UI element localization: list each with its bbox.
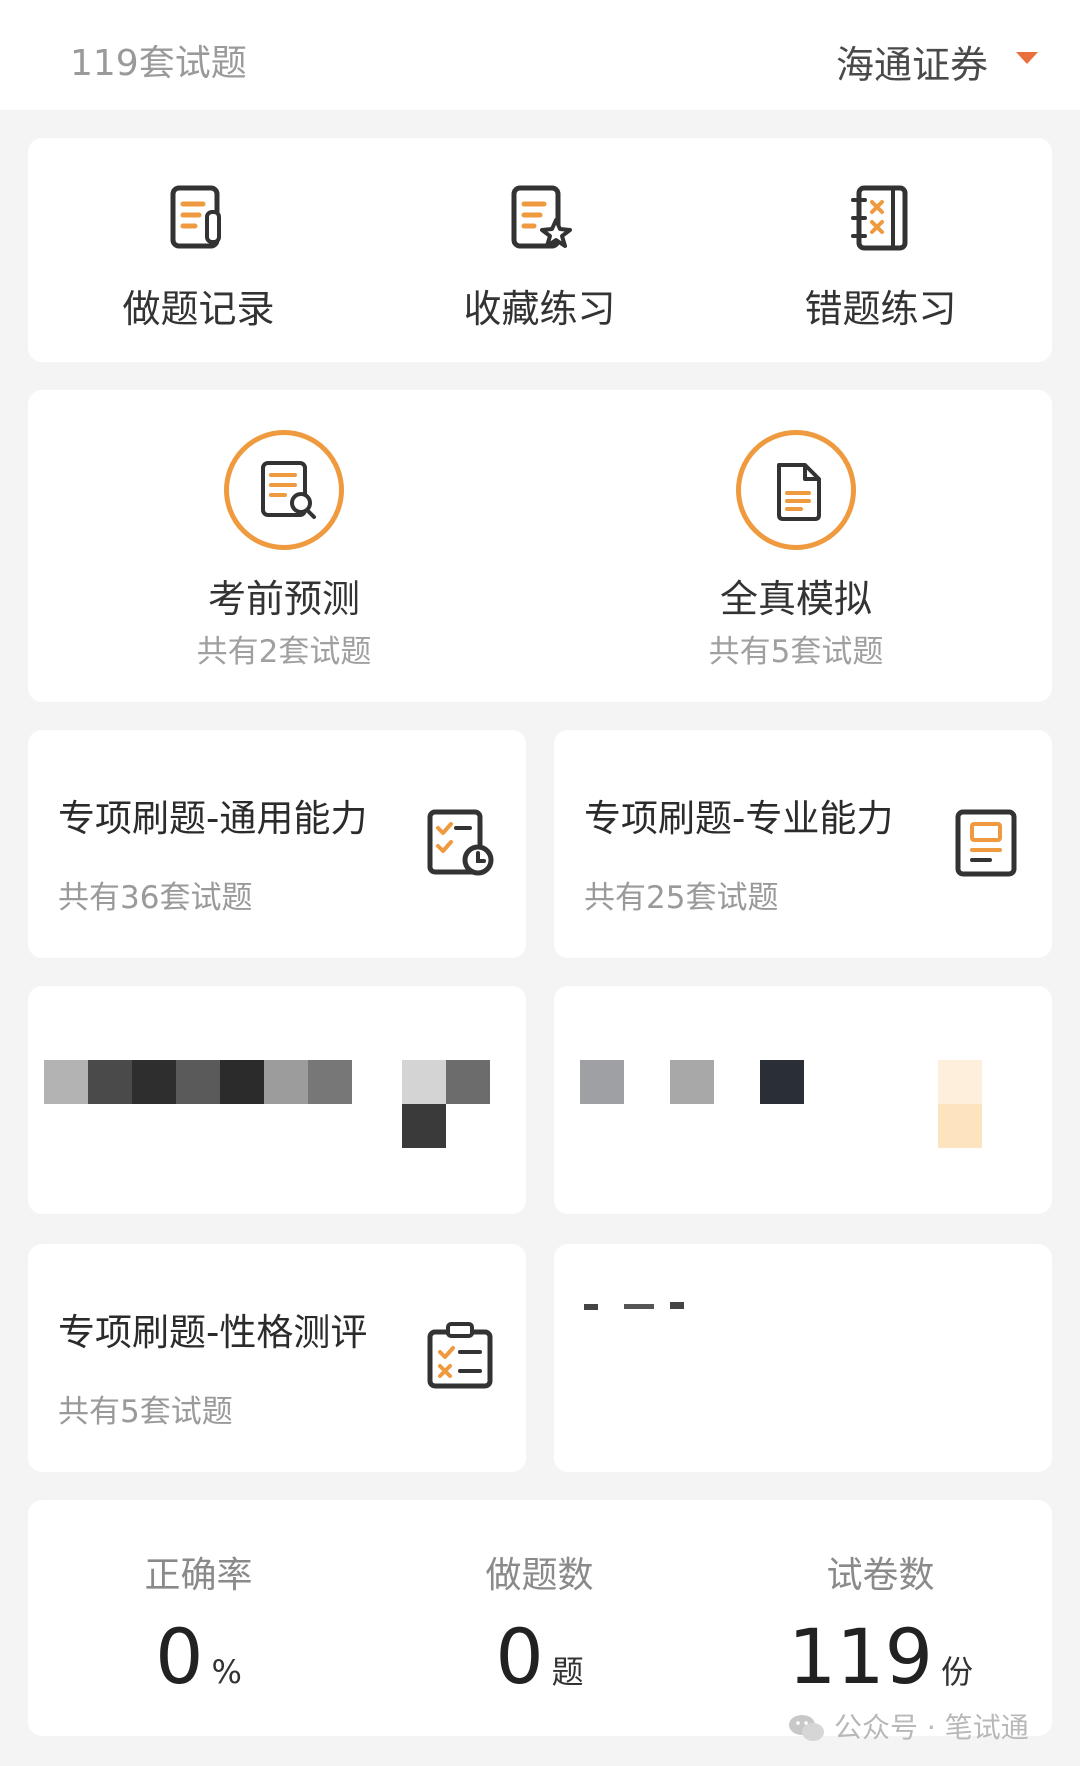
stats-card: 正确率 0% 做题数 0题 试卷数 119 份 xyxy=(28,1500,1052,1736)
stat-value: 0题 xyxy=(495,1612,584,1701)
mosaic-block xyxy=(176,1060,220,1104)
clipboard-check-icon xyxy=(427,1322,493,1389)
tile-subtitle: 共有36套试题 xyxy=(58,880,253,916)
mosaic-block xyxy=(670,1060,714,1104)
document-search-icon xyxy=(261,461,316,519)
mosaic-block xyxy=(220,1060,264,1104)
record-label: 做题记录 xyxy=(122,287,275,331)
mosaic-block xyxy=(624,1304,654,1309)
mistakes-button[interactable]: 错题练习 xyxy=(710,138,1051,362)
predict-subtitle: 共有2套试题 xyxy=(196,634,372,670)
stat-label: 做题数 xyxy=(485,1555,594,1596)
stat-value: 0% xyxy=(155,1612,242,1701)
stat-value: 119 份 xyxy=(787,1612,974,1701)
watermark-text: 公众号 · 笔试通 xyxy=(834,1711,1029,1744)
mosaic-block xyxy=(402,1060,446,1104)
checklist-clock-icon xyxy=(427,809,494,876)
stat-questions-done: 做题数 0题 xyxy=(369,1500,710,1736)
chevron-down-icon[interactable] xyxy=(1016,52,1038,64)
tile-title: 专项刷题-专业能力 xyxy=(584,797,894,840)
practice-personality-test-tile[interactable]: 专项刷题-性格测评 共有5套试题 xyxy=(28,1244,526,1472)
simulation-icon-circle xyxy=(736,430,856,550)
document-book-icon xyxy=(955,809,1017,877)
mosaic-block xyxy=(938,1060,982,1104)
mosaic-block xyxy=(308,1060,352,1104)
document-star-icon xyxy=(511,185,572,249)
stat-papers: 试卷数 119 份 xyxy=(710,1500,1051,1736)
tile-title: 专项刷题-性格测评 xyxy=(58,1311,368,1354)
favorites-button[interactable]: 收藏练习 xyxy=(369,138,710,362)
mistakes-label: 错题练习 xyxy=(804,287,957,331)
notebook-x-icon xyxy=(850,185,907,251)
watermark: 公众号 · 笔试通 xyxy=(788,1706,1029,1746)
obscured-tile-right[interactable] xyxy=(554,986,1052,1214)
obscured-tile-left[interactable] xyxy=(28,986,526,1214)
simulation-subtitle: 共有5套试题 xyxy=(708,634,884,670)
mosaic-block xyxy=(584,1304,598,1310)
wechat-icon xyxy=(789,1715,824,1741)
set-count-label: 119套试题 xyxy=(70,43,247,84)
quick-actions-card: 做题记录 收藏练习 错题练习 xyxy=(28,138,1052,362)
mosaic-block xyxy=(44,1060,88,1104)
mosaic-block xyxy=(938,1104,982,1148)
stat-label: 正确率 xyxy=(144,1555,253,1596)
mosaic-block xyxy=(670,1302,684,1309)
top-bar: 119套试题 海通证券 xyxy=(0,0,1080,110)
practice-professional-ability-tile[interactable]: 专项刷题-专业能力 共有25套试题 xyxy=(554,730,1052,958)
predict-icon-circle xyxy=(224,430,344,550)
obscured-tile-bottom-right[interactable] xyxy=(554,1244,1052,1472)
record-button[interactable]: 做题记录 xyxy=(28,138,369,362)
document-icon xyxy=(777,463,821,521)
mosaic-block xyxy=(88,1060,132,1104)
pre-exam-predict-button[interactable]: 考前预测 共有2套试题 xyxy=(28,390,540,702)
mosaic-block xyxy=(580,1060,624,1104)
document-pencil-icon xyxy=(170,185,221,249)
full-simulation-button[interactable]: 全真模拟 共有5套试题 xyxy=(540,390,1052,702)
mosaic-block xyxy=(132,1060,176,1104)
mosaic-block xyxy=(264,1060,308,1104)
tile-subtitle: 共有25套试题 xyxy=(584,880,779,916)
simulation-title: 全真模拟 xyxy=(719,577,872,621)
mosaic-block xyxy=(760,1060,804,1104)
stat-label: 试卷数 xyxy=(826,1555,935,1596)
tile-subtitle: 共有5套试题 xyxy=(58,1394,233,1430)
company-selector[interactable]: 海通证券 xyxy=(836,34,988,89)
practice-general-ability-tile[interactable]: 专项刷题-通用能力 共有36套试题 xyxy=(28,730,526,958)
mosaic-block xyxy=(402,1104,446,1148)
favorites-label: 收藏练习 xyxy=(463,287,616,331)
mosaic-block xyxy=(446,1060,490,1104)
predict-title: 考前预测 xyxy=(207,577,360,621)
stat-accuracy: 正确率 0% xyxy=(28,1500,369,1736)
tile-title: 专项刷题-通用能力 xyxy=(58,797,368,840)
exam-modes-card: 考前预测 共有2套试题 全真模拟 共有5套试题 xyxy=(28,390,1052,702)
